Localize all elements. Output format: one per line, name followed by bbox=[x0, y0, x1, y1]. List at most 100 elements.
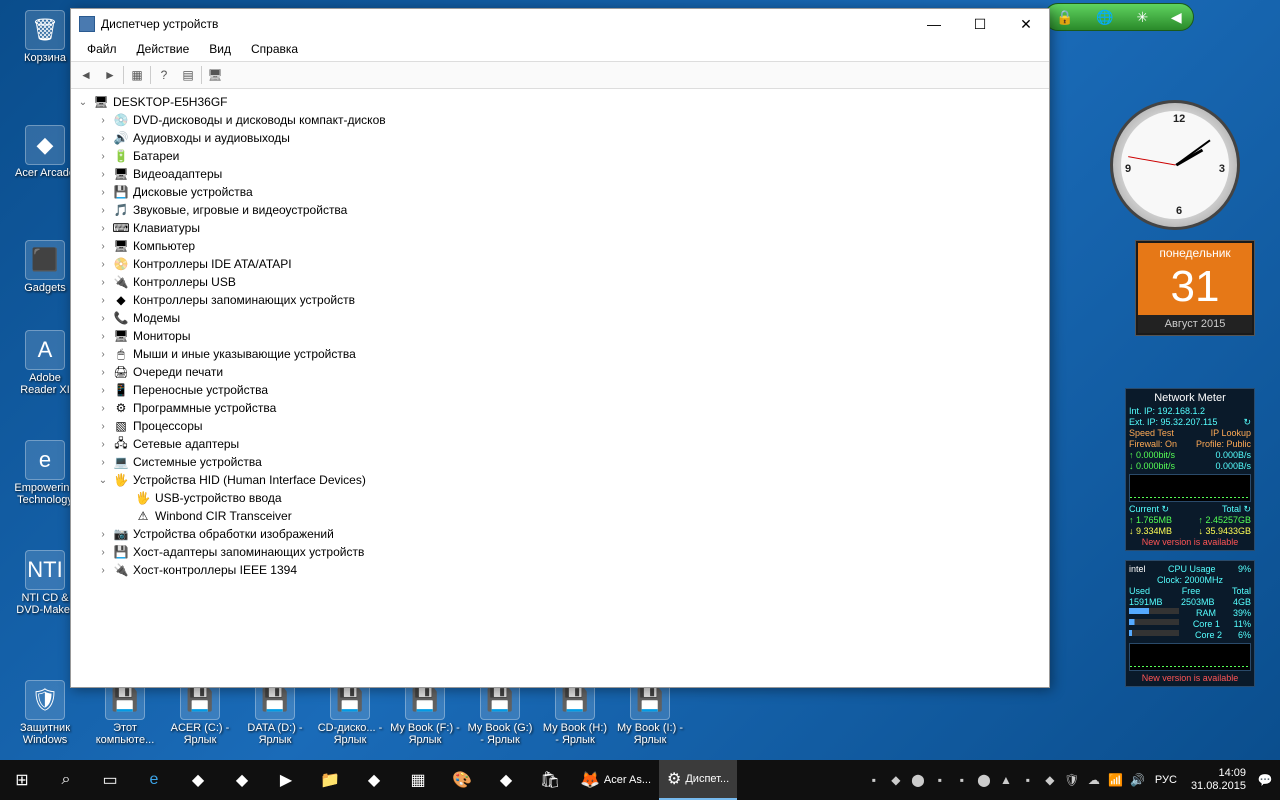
expand-icon[interactable]: › bbox=[97, 133, 109, 144]
expand-icon[interactable]: ⌄ bbox=[97, 475, 109, 486]
tray-icon[interactable]: ▪ bbox=[951, 760, 973, 800]
tray-icon[interactable]: ▪ bbox=[863, 760, 885, 800]
tree-leaf[interactable]: ⚠ Winbond CIR Transceiver bbox=[71, 507, 1049, 525]
desktop-icon[interactable]: 💾 My Book (H:) - Ярлык bbox=[540, 680, 610, 746]
volume-tray-icon[interactable]: 🔊 bbox=[1127, 760, 1149, 800]
menu-item[interactable]: Справка bbox=[241, 39, 308, 61]
tree-node[interactable]: › 📱 Переносные устройства bbox=[71, 381, 1049, 399]
clock-gadget[interactable]: 12 3 6 9 bbox=[1110, 100, 1240, 230]
tray-icon[interactable]: ▲ bbox=[995, 760, 1017, 800]
desktop-icon[interactable]: 💾 Этот компьюте... bbox=[90, 680, 160, 746]
expand-icon[interactable]: › bbox=[97, 529, 109, 540]
pinned-app-2[interactable]: ◆ bbox=[220, 760, 264, 800]
tree-node[interactable]: › 📷 Устройства обработки изображений bbox=[71, 525, 1049, 543]
tree-node[interactable]: › ▧ Процессоры bbox=[71, 417, 1049, 435]
expand-icon[interactable]: › bbox=[97, 547, 109, 558]
language-indicator[interactable]: РУС bbox=[1149, 774, 1183, 786]
expand-icon[interactable]: › bbox=[97, 205, 109, 216]
start-button[interactable]: ⊞ bbox=[0, 760, 44, 800]
scan-hardware-button[interactable]: 🖥 bbox=[204, 64, 226, 86]
expand-icon[interactable]: › bbox=[97, 421, 109, 432]
tree-node[interactable]: › 🖥 Компьютер bbox=[71, 237, 1049, 255]
pinned-app-1[interactable]: ◆ bbox=[176, 760, 220, 800]
expand-icon[interactable]: › bbox=[97, 331, 109, 342]
desktop-icon[interactable]: 💾 ACER (C:) - Ярлык bbox=[165, 680, 235, 746]
edge-icon[interactable]: e bbox=[132, 760, 176, 800]
minimize-button[interactable]: — bbox=[911, 9, 957, 39]
help-button[interactable]: ? bbox=[153, 64, 175, 86]
tray-icon[interactable]: ⬤ bbox=[907, 760, 929, 800]
properties-button[interactable]: ▤ bbox=[177, 64, 199, 86]
search-button[interactable]: ⌕ bbox=[44, 760, 88, 800]
calendar-gadget[interactable]: понедельник 31 Август 2015 bbox=[1135, 240, 1255, 336]
desktop-icon[interactable]: 💾 My Book (I:) - Ярлык bbox=[615, 680, 685, 746]
close-button[interactable]: ✕ bbox=[1003, 9, 1049, 39]
expand-icon[interactable]: › bbox=[97, 565, 109, 576]
desktop-icon[interactable]: 🛡 Защитник Windows bbox=[10, 680, 80, 746]
tray-icon[interactable]: ⬤ bbox=[973, 760, 995, 800]
tray-icon[interactable]: ▪ bbox=[929, 760, 951, 800]
tree-node[interactable]: › 🖨 Очереди печати bbox=[71, 363, 1049, 381]
expand-icon[interactable]: › bbox=[97, 187, 109, 198]
pinned-app-8[interactable]: ◆ bbox=[484, 760, 528, 800]
menu-item[interactable]: Вид bbox=[199, 39, 241, 61]
tree-node[interactable]: › 💻 Системные устройства bbox=[71, 453, 1049, 471]
expand-icon[interactable]: › bbox=[97, 403, 109, 414]
network-meter-gadget[interactable]: Network Meter Int. IP: 192.168.1.2 Ext. … bbox=[1125, 388, 1255, 551]
tray-icon[interactable]: ◆ bbox=[1039, 760, 1061, 800]
pinned-app-7[interactable]: 🎨 bbox=[440, 760, 484, 800]
tree-node[interactable]: › 🖱 Мыши и иные указывающие устройства bbox=[71, 345, 1049, 363]
expand-icon[interactable]: › bbox=[97, 385, 109, 396]
maximize-button[interactable]: ☐ bbox=[957, 9, 1003, 39]
expand-icon[interactable]: › bbox=[97, 439, 109, 450]
clock-tray[interactable]: 14:09 31.08.2015 bbox=[1183, 767, 1254, 793]
tree-node[interactable]: › 🔌 Хост-контроллеры IEEE 1394 bbox=[71, 561, 1049, 579]
expand-icon[interactable]: › bbox=[97, 259, 109, 270]
tray-icon[interactable]: ▪ bbox=[1017, 760, 1039, 800]
desktop-icon[interactable]: 💾 My Book (F:) - Ярлык bbox=[390, 680, 460, 746]
pinned-app-6[interactable]: ▦ bbox=[396, 760, 440, 800]
tree-node[interactable]: › 💾 Дисковые устройства bbox=[71, 183, 1049, 201]
tree-node[interactable]: › 🎵 Звуковые, игровые и видеоустройства bbox=[71, 201, 1049, 219]
tree-root[interactable]: ⌄ 🖥 DESKTOP-E5H36GF bbox=[71, 93, 1049, 111]
pinned-app-4[interactable]: 📁 bbox=[308, 760, 352, 800]
tree-node[interactable]: › ◆ Контроллеры запоминающих устройств bbox=[71, 291, 1049, 309]
show-hide-tree-button[interactable]: ▦ bbox=[126, 64, 148, 86]
tree-node[interactable]: › 🖧 Сетевые адаптеры bbox=[71, 435, 1049, 453]
tree-node[interactable]: › ⚙ Программные устройства bbox=[71, 399, 1049, 417]
titlebar[interactable]: Диспетчер устройств — ☐ ✕ bbox=[71, 9, 1049, 39]
desktop-icon[interactable]: 💾 CD-диско... - Ярлык bbox=[315, 680, 385, 746]
taskbar-app[interactable]: 🦊 Acer As... bbox=[572, 760, 659, 800]
taskbar-app[interactable]: ⚙ Диспет... bbox=[659, 760, 737, 800]
tray-icon[interactable]: ☁ bbox=[1083, 760, 1105, 800]
tray-icon[interactable]: 🛡 bbox=[1061, 760, 1083, 800]
expand-icon[interactable]: › bbox=[97, 295, 109, 306]
tree-node[interactable]: ⌄ 🖐 Устройства HID (Human Interface Devi… bbox=[71, 471, 1049, 489]
desktop-icon[interactable]: 💾 DATA (D:) - Ярлык bbox=[240, 680, 310, 746]
store-icon[interactable]: 🛍 bbox=[528, 760, 572, 800]
menu-item[interactable]: Действие bbox=[127, 39, 200, 61]
expand-icon[interactable]: › bbox=[97, 169, 109, 180]
tree-node[interactable]: › 🖥 Мониторы bbox=[71, 327, 1049, 345]
desktop-icon[interactable]: 💾 My Book (G:) - Ярлык bbox=[465, 680, 535, 746]
menu-item[interactable]: Файл bbox=[77, 39, 127, 61]
cpu-meter-gadget[interactable]: intelCPU Usage9% Clock: 2000MHz UsedFree… bbox=[1125, 560, 1255, 687]
tree-node[interactable]: › ⌨ Клавиатуры bbox=[71, 219, 1049, 237]
expand-icon[interactable]: › bbox=[97, 457, 109, 468]
tree-node[interactable]: › 🔋 Батареи bbox=[71, 147, 1049, 165]
forward-button[interactable]: ► bbox=[99, 64, 121, 86]
expand-icon[interactable]: › bbox=[97, 367, 109, 378]
expand-icon[interactable]: › bbox=[97, 313, 109, 324]
collapse-icon[interactable]: ⌄ bbox=[77, 97, 89, 108]
tree-node[interactable]: › 🔌 Контроллеры USB bbox=[71, 273, 1049, 291]
back-button[interactable]: ◄ bbox=[75, 64, 97, 86]
expand-icon[interactable]: › bbox=[97, 277, 109, 288]
expand-icon[interactable]: › bbox=[97, 151, 109, 162]
expand-icon[interactable]: › bbox=[97, 115, 109, 126]
eset-gadget[interactable]: 🔒 🌐 ✳ ◀ bbox=[1044, 3, 1194, 31]
notifications-button[interactable]: 💬 bbox=[1254, 760, 1276, 800]
expand-icon[interactable]: › bbox=[97, 223, 109, 234]
device-tree[interactable]: ⌄ 🖥 DESKTOP-E5H36GF › 💿 DVD-дисководы и … bbox=[71, 89, 1049, 687]
tray-icon[interactable]: ◆ bbox=[885, 760, 907, 800]
tree-leaf[interactable]: 🖐 USB-устройство ввода bbox=[71, 489, 1049, 507]
